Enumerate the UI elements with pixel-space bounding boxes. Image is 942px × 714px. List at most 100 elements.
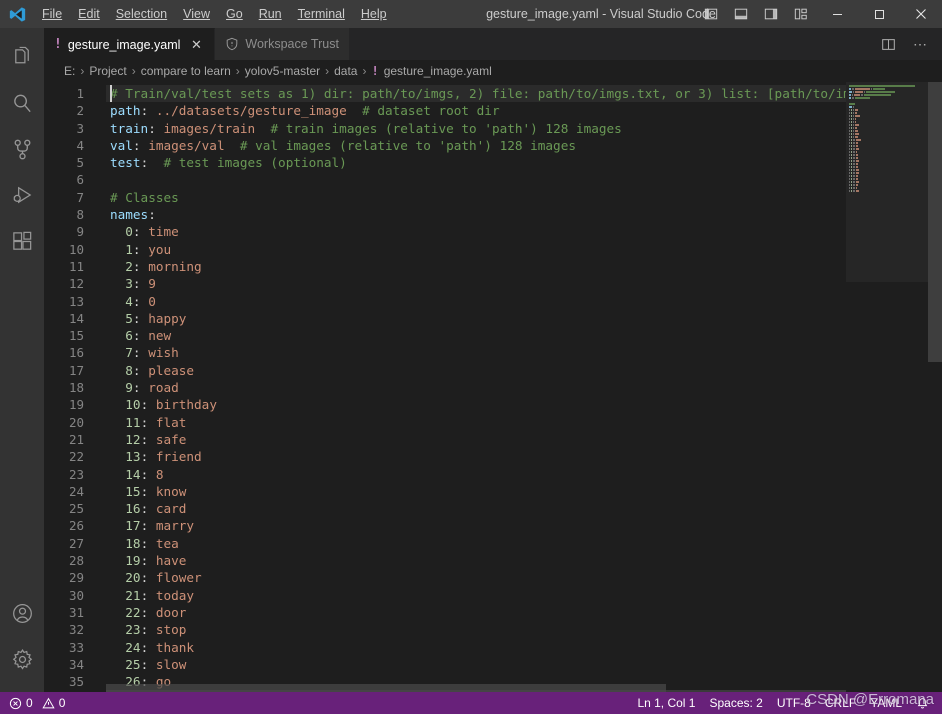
line-number: 5 bbox=[76, 155, 84, 171]
window-maximize-button[interactable] bbox=[858, 0, 900, 28]
menu-go[interactable]: Go bbox=[218, 3, 251, 25]
code-line[interactable]: 16: card bbox=[106, 500, 846, 517]
code-line[interactable]: 18: tea bbox=[106, 535, 846, 552]
code-token-punct: : bbox=[140, 103, 156, 119]
eol-status[interactable]: CRLF bbox=[818, 692, 863, 714]
breadcrumb-item-file[interactable]: ! gesture_image.yaml bbox=[371, 64, 491, 78]
code-line[interactable]: 13: friend bbox=[106, 448, 846, 465]
horizontal-scrollbar[interactable] bbox=[106, 682, 846, 692]
menu-run[interactable]: Run bbox=[251, 3, 290, 25]
breadcrumb-item-drive[interactable]: E: bbox=[64, 64, 75, 78]
code-line[interactable]: 4: 0 bbox=[106, 293, 846, 310]
code-line[interactable]: 19: have bbox=[106, 552, 846, 569]
toggle-secondary-sidebar-icon[interactable] bbox=[756, 0, 786, 28]
more-actions-icon[interactable]: ⋯ bbox=[906, 30, 934, 58]
code-line[interactable]: 1: you bbox=[106, 241, 846, 258]
code-line[interactable]: 20: flower bbox=[106, 569, 846, 586]
split-editor-right-icon[interactable] bbox=[874, 30, 902, 58]
sidebar-item-run-and-debug[interactable] bbox=[0, 172, 44, 218]
sidebar-item-explorer[interactable] bbox=[0, 34, 44, 80]
minimap-segment bbox=[855, 126, 858, 129]
code-line[interactable]: 2: morning bbox=[106, 258, 846, 275]
code-line[interactable]: 14: 8 bbox=[106, 466, 846, 483]
code-token-str: today bbox=[155, 587, 195, 603]
editor-area: ! gesture_image.yaml ✕ Workspace Trust ⋯… bbox=[44, 28, 942, 692]
encoding-status[interactable]: UTF-8 bbox=[770, 692, 818, 714]
code-line[interactable]: 6: new bbox=[106, 327, 846, 344]
window-close-button[interactable] bbox=[900, 0, 942, 28]
problems-status-item[interactable]: 0 0 bbox=[2, 692, 72, 714]
minimap[interactable] bbox=[846, 82, 928, 692]
minimap-segment bbox=[863, 93, 891, 96]
code-line[interactable]: 24: thank bbox=[106, 639, 846, 656]
minimap-segment bbox=[851, 165, 853, 168]
accounts-icon[interactable] bbox=[0, 590, 44, 636]
code-line[interactable]: # Classes bbox=[106, 189, 846, 206]
minimap-segment bbox=[873, 87, 885, 90]
menu-edit[interactable]: Edit bbox=[70, 3, 108, 25]
code-token-punct: : bbox=[140, 604, 156, 620]
breadcrumb-file-label: gesture_image.yaml bbox=[383, 64, 492, 78]
code-line[interactable]: 0: time bbox=[106, 223, 846, 240]
code-line[interactable]: 7: wish bbox=[106, 344, 846, 361]
code-line[interactable]: path: ../datasets/gesture_image # datase… bbox=[106, 102, 846, 119]
sidebar-item-extensions[interactable] bbox=[0, 218, 44, 264]
code-line[interactable]: 22: door bbox=[106, 604, 846, 621]
sidebar-item-source-control[interactable] bbox=[0, 126, 44, 172]
window-minimize-button[interactable] bbox=[816, 0, 858, 28]
tab-close-icon[interactable]: ✕ bbox=[188, 37, 204, 53]
code-line[interactable]: 5: happy bbox=[106, 310, 846, 327]
menu-help[interactable]: Help bbox=[353, 3, 395, 25]
code-line[interactable]: 8: please bbox=[106, 362, 846, 379]
minimap-segment bbox=[863, 90, 865, 93]
toggle-panel-icon[interactable] bbox=[726, 0, 756, 28]
menu-terminal[interactable]: Terminal bbox=[290, 3, 353, 25]
code-line[interactable]: train: images/train # train images (rela… bbox=[106, 120, 846, 137]
line-number: 10 bbox=[68, 241, 84, 257]
gear-icon[interactable] bbox=[0, 636, 44, 682]
line-number: 26 bbox=[68, 518, 84, 534]
menu-file[interactable]: File bbox=[34, 3, 70, 25]
cursor-position-status[interactable]: Ln 1, Col 1 bbox=[630, 692, 702, 714]
code-line[interactable]: 12: safe bbox=[106, 431, 846, 448]
vertical-scrollbar[interactable] bbox=[928, 82, 942, 692]
code-line[interactable]: 17: marry bbox=[106, 517, 846, 534]
vertical-scrollbar-thumb[interactable] bbox=[928, 82, 942, 362]
code-line[interactable]: 3: 9 bbox=[106, 275, 846, 292]
code-line[interactable]: 11: flat bbox=[106, 414, 846, 431]
tab-workspace-trust[interactable]: Workspace Trust bbox=[215, 28, 350, 60]
code-token-num: 4 bbox=[125, 293, 133, 309]
breadcrumb-item-project[interactable]: Project bbox=[89, 64, 126, 78]
code-line[interactable] bbox=[106, 171, 846, 188]
language-mode-status[interactable]: YAML bbox=[863, 692, 909, 714]
breadcrumb-item-data[interactable]: data bbox=[334, 64, 357, 78]
code-editor[interactable]: 1 2 3 4 5 6 7 8 9 10 11 12 13 14 15 16 17 18 19 20 21 22 23 24 2… bbox=[44, 82, 942, 692]
tab-gesture-image-yaml[interactable]: ! gesture_image.yaml ✕ bbox=[44, 28, 216, 60]
code-line[interactable]: 21: today bbox=[106, 587, 846, 604]
code-line[interactable]: 23: stop bbox=[106, 621, 846, 638]
minimap-segment bbox=[853, 171, 855, 174]
customize-layout-icon[interactable] bbox=[786, 0, 816, 28]
code-line[interactable]: 10: birthday bbox=[106, 396, 846, 413]
code-line[interactable]: 9: road bbox=[106, 379, 846, 396]
indentation-status[interactable]: Spaces: 2 bbox=[702, 692, 769, 714]
code-line[interactable]: 15: know bbox=[106, 483, 846, 500]
menu-selection[interactable]: Selection bbox=[108, 3, 175, 25]
code-line[interactable]: test: # test images (optional) bbox=[106, 154, 846, 171]
code-line[interactable]: 25: slow bbox=[106, 656, 846, 673]
code-line[interactable]: names: bbox=[106, 206, 846, 223]
breadcrumb-item-compare-to-learn[interactable]: compare to learn bbox=[141, 64, 231, 78]
sidebar-item-search[interactable] bbox=[0, 80, 44, 126]
breadcrumb-item-yolov5-master[interactable]: yolov5-master bbox=[245, 64, 320, 78]
code-line[interactable]: # Train/val/test sets as 1) dir: path/to… bbox=[106, 85, 846, 103]
code-line[interactable]: val: images/val # val images (relative t… bbox=[106, 137, 846, 154]
code-token-num: 7 bbox=[125, 345, 133, 361]
code-content[interactable]: # Train/val/test sets as 1) dir: path/to… bbox=[106, 82, 846, 692]
code-token-str: road bbox=[148, 380, 179, 396]
menu-view[interactable]: View bbox=[175, 3, 218, 25]
bell-icon[interactable] bbox=[909, 692, 936, 714]
horizontal-scrollbar-thumb[interactable] bbox=[106, 684, 666, 692]
minimap-segment bbox=[849, 162, 851, 165]
toggle-primary-sidebar-icon[interactable] bbox=[696, 0, 726, 28]
